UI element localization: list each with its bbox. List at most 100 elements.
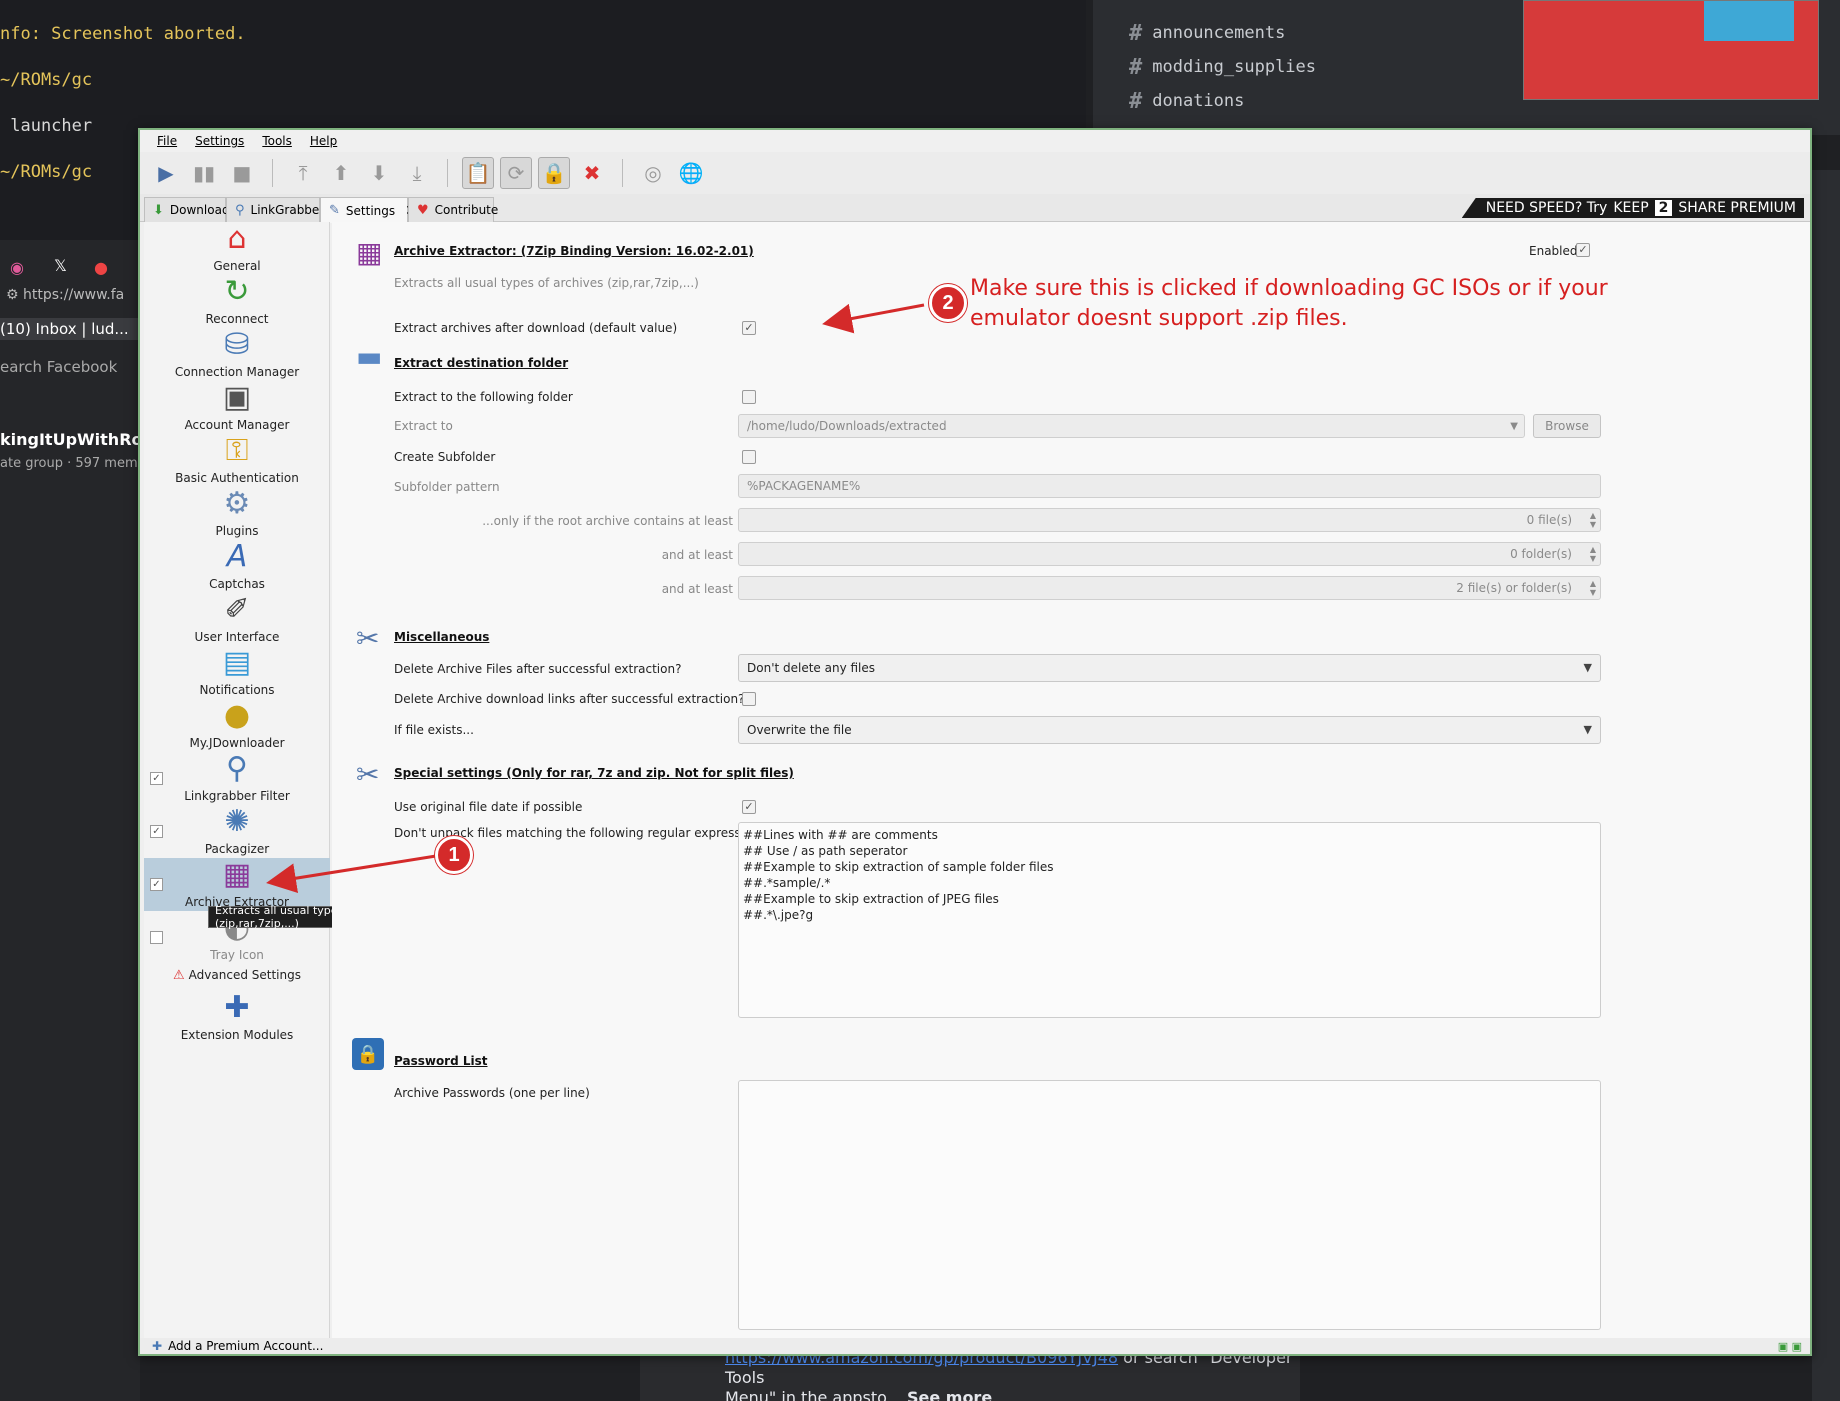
clipboard-icon[interactable]: 📋 bbox=[462, 157, 494, 189]
menu-settings[interactable]: Settings bbox=[186, 134, 253, 148]
network-icon: ⛁ bbox=[224, 327, 250, 362]
sidebar-item-reconnect[interactable]: ↻ Reconnect bbox=[144, 275, 330, 328]
tab-label: LinkGrabber bbox=[250, 203, 325, 217]
extract-after-checkbox[interactable]: ✓ bbox=[742, 321, 756, 335]
toolbar-separator bbox=[272, 159, 273, 187]
tab-downloads[interactable]: ⬇ Downloads bbox=[144, 197, 236, 222]
lock-icon: 🔒 bbox=[352, 1038, 384, 1070]
sidebar-item-extension-modules[interactable]: ✚ Extension Modules bbox=[144, 988, 330, 1044]
reconnect-icon[interactable]: ◎ bbox=[637, 157, 669, 189]
extract-after-label: Extract archives after download (default… bbox=[394, 321, 678, 335]
sidebar-item-packagizer[interactable]: ✺ Packagizer bbox=[144, 805, 330, 858]
move-up-icon[interactable]: ⬆ bbox=[325, 157, 357, 189]
sidebar-item-myjdownloader[interactable]: ● My.JDownloader bbox=[144, 699, 330, 752]
move-top-icon[interactable]: ⤒ bbox=[287, 157, 319, 189]
play-icon[interactable]: ▶ bbox=[150, 157, 182, 189]
menu-file[interactable]: File bbox=[148, 134, 186, 148]
packagizer-checkbox[interactable]: ✓ bbox=[150, 825, 163, 838]
channel-label: donations bbox=[1152, 91, 1245, 111]
reconnect-toggle-icon[interactable]: ⟳ bbox=[500, 157, 532, 189]
download-arrow-icon: ⬇ bbox=[153, 202, 164, 218]
sidebar-item-captchas[interactable]: A Captchas bbox=[144, 540, 330, 593]
delete-files-label: Delete Archive Files after successful ex… bbox=[394, 662, 682, 676]
group-meta: ate group · 597 member bbox=[0, 456, 160, 471]
spinner-arrows-icon[interactable]: ▲ ▼ bbox=[1590, 579, 1596, 597]
hash-icon: # bbox=[1129, 54, 1143, 80]
browser-tab[interactable]: (10) Inbox | lud... bbox=[0, 318, 140, 340]
channel-item[interactable]: # donations bbox=[1129, 86, 1244, 116]
see-more-link[interactable]: See more bbox=[907, 1388, 992, 1401]
tab-contribute[interactable]: ♥ Contribute bbox=[408, 197, 498, 222]
stop-icon[interactable]: ■ bbox=[226, 157, 258, 189]
x-icon[interactable]: 𝕏 bbox=[54, 256, 67, 275]
delete-links-checkbox[interactable] bbox=[742, 692, 756, 706]
archive-icon: ▦ bbox=[356, 236, 383, 269]
password-textarea[interactable] bbox=[738, 1080, 1601, 1330]
menu-tools[interactable]: Tools bbox=[253, 134, 301, 148]
tab-icon[interactable]: ● bbox=[94, 258, 108, 277]
extract-to-input[interactable]: /home/ludo/Downloads/extracted ▼ bbox=[738, 414, 1525, 438]
browser-window: ◉ 𝕏 ● ⚙ https://www.fa (10) Inbox | lud.… bbox=[0, 240, 165, 1401]
sidebar-item-label: Packagizer bbox=[204, 842, 270, 856]
warning-icon: ⚠ bbox=[173, 967, 185, 983]
sidebar-item-account-manager[interactable]: ▣ Account Manager bbox=[144, 381, 330, 434]
min-files-folders-spinner[interactable]: 2 file(s) or folder(s) ▲ ▼ bbox=[738, 576, 1601, 600]
tab-settings[interactable]: ✎Settings✕ bbox=[320, 197, 417, 223]
annotation-marker-1: 1 bbox=[435, 836, 473, 874]
subfolder-pattern-input[interactable]: %PACKAGENAME% bbox=[738, 474, 1601, 498]
min-files-value: 0 file(s) bbox=[1526, 513, 1572, 527]
sidebar-item-notifications[interactable]: ▤ Notifications bbox=[144, 646, 330, 699]
packagizer-icon: ✺ bbox=[224, 804, 250, 839]
hash-icon: # bbox=[1129, 20, 1143, 46]
sidebar-item-linkgrabber-filter[interactable]: ⚲ Linkgrabber Filter bbox=[144, 752, 330, 805]
original-date-checkbox[interactable]: ✓ bbox=[742, 800, 756, 814]
spinner-arrows-icon[interactable]: ▲ ▼ bbox=[1590, 511, 1596, 529]
premium-promo-banner[interactable]: NEED SPEED? Try KEEP 2 SHARE PREMIUM bbox=[1461, 198, 1804, 218]
toolbar-separator bbox=[447, 159, 448, 187]
sidebar-item-label: Tray Icon bbox=[210, 948, 264, 962]
tray-icon-checkbox[interactable] bbox=[150, 931, 163, 944]
file-exists-label: If file exists... bbox=[394, 723, 474, 737]
browse-button[interactable]: Browse bbox=[1533, 414, 1601, 438]
extract-to-folder-label: Extract to the following folder bbox=[394, 390, 573, 404]
move-bottom-icon[interactable]: ⤓ bbox=[401, 157, 433, 189]
min-folders-spinner[interactable]: 0 folder(s) ▲ ▼ bbox=[738, 542, 1601, 566]
sidebar-item-basic-authentication[interactable]: ⚿ Basic Authentication bbox=[144, 434, 330, 487]
move-down-icon[interactable]: ⬇ bbox=[363, 157, 395, 189]
enabled-checkbox[interactable]: ✓ bbox=[1576, 243, 1590, 257]
folder-icon: ▬ bbox=[356, 340, 383, 373]
sidebar-item-label: General bbox=[213, 259, 261, 273]
speed-limit-icon[interactable]: ✖ bbox=[576, 157, 608, 189]
sidebar-item-general[interactable]: ⌂ General bbox=[144, 222, 330, 275]
create-subfolder-checkbox[interactable] bbox=[742, 450, 756, 464]
update-icon[interactable]: 🌐 bbox=[675, 157, 707, 189]
sidebar-item-user-interface[interactable]: ✐ User Interface bbox=[144, 593, 330, 646]
delete-files-select[interactable]: Don't delete any files ▼ bbox=[738, 654, 1601, 682]
monitor-icon: ▣ bbox=[222, 380, 252, 415]
file-exists-select[interactable]: Overwrite the file ▼ bbox=[738, 716, 1601, 744]
chevron-down-icon[interactable]: ▼ bbox=[1510, 421, 1518, 432]
sidebar-item-plugins[interactable]: ⚙ Plugins bbox=[144, 487, 330, 540]
promo-text: NEED SPEED? Try bbox=[1485, 200, 1608, 216]
sidebar-item-advanced-settings[interactable]: ⚠ Advanced Settings bbox=[144, 964, 330, 988]
instagram-icon[interactable]: ◉ bbox=[10, 258, 24, 277]
premium-toggle-icon[interactable]: 🔒 bbox=[538, 157, 570, 189]
channel-item[interactable]: # modding_supplies bbox=[1129, 52, 1316, 82]
channel-item[interactable]: # announcements bbox=[1129, 18, 1285, 48]
password-header: Password List bbox=[394, 1054, 488, 1068]
tab-linkgrabber[interactable]: ⚲ LinkGrabber bbox=[226, 197, 324, 222]
archive-extractor-checkbox[interactable]: ✓ bbox=[150, 878, 163, 891]
url-bar[interactable]: ⚙ https://www.fa bbox=[6, 287, 124, 303]
myjd-icon: ● bbox=[223, 698, 251, 733]
extract-to-folder-checkbox[interactable] bbox=[742, 390, 756, 404]
regex-textarea[interactable]: ##Lines with ## are comments ## Use / as… bbox=[738, 822, 1601, 1018]
destination-header: Extract destination folder bbox=[394, 356, 569, 370]
sidebar-item-connection-manager[interactable]: ⛁ Connection Manager bbox=[144, 328, 330, 381]
min-files-spinner[interactable]: 0 file(s) ▲ ▼ bbox=[738, 508, 1601, 532]
menu-help[interactable]: Help bbox=[301, 134, 346, 148]
pause-icon[interactable]: ▮▮ bbox=[188, 157, 220, 189]
linkgrabber-filter-checkbox[interactable]: ✓ bbox=[150, 772, 163, 785]
add-premium-link[interactable]: Add a Premium Account... bbox=[168, 1339, 323, 1353]
spinner-arrows-icon[interactable]: ▲ ▼ bbox=[1590, 545, 1596, 563]
facebook-search[interactable]: earch Facebook bbox=[0, 358, 117, 376]
